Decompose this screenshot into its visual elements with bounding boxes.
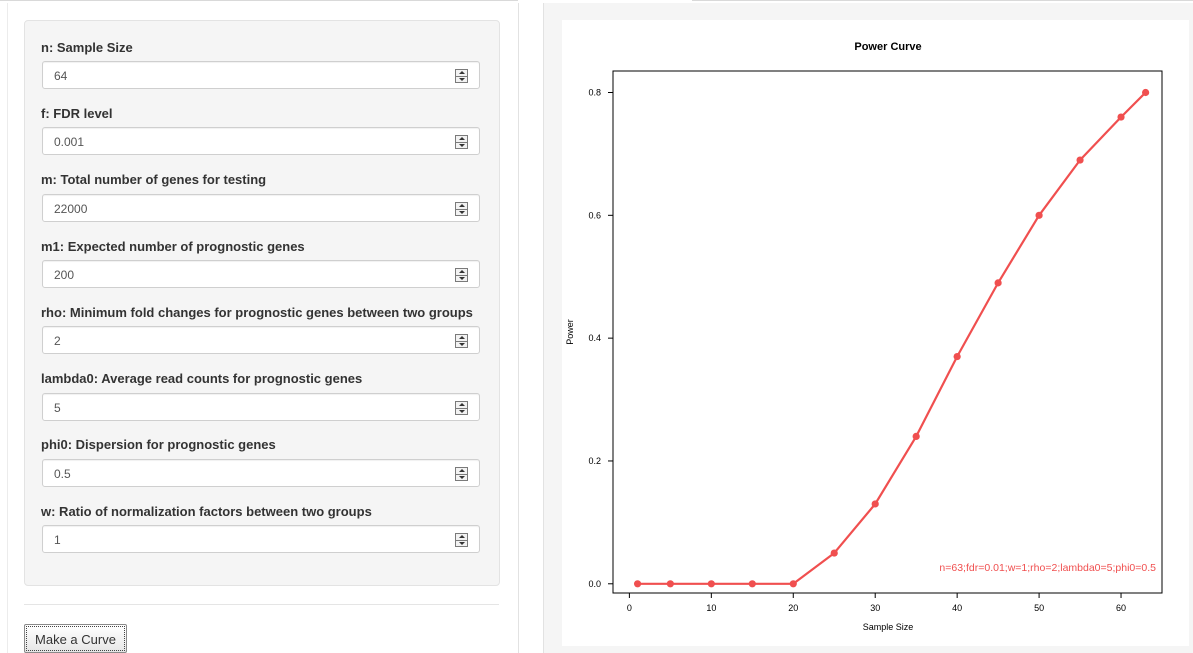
data-point [1117, 113, 1125, 121]
x-tick-label: 10 [706, 603, 716, 613]
top-divider-left [0, 0, 518, 1]
fdr-level-label: f: FDR level [41, 106, 113, 121]
fdr-level-value: 0.001 [54, 135, 85, 149]
x-tick-label: 40 [952, 603, 962, 613]
parameter-annotation: n=63;fdr=0.01;w=1;rho=2;lambda0=5;phi0=0… [939, 562, 1156, 574]
page: n: Sample Size 64 f: FDR level 0.001 m: … [0, 0, 1193, 653]
rho-spinner[interactable] [455, 334, 468, 348]
spin-down-icon[interactable] [459, 78, 465, 81]
form-separator [24, 604, 499, 605]
y-tick-label: 0.4 [588, 333, 601, 343]
lambda0-value: 5 [54, 401, 61, 415]
axes-group: 0 10 20 30 40 50 60 0.0 0.2 0.4 0.6 0.8 [588, 87, 1126, 613]
x-tick-label: 20 [788, 603, 798, 613]
sample-size-value: 64 [54, 69, 68, 83]
spin-up-icon[interactable] [459, 204, 465, 207]
y-tick-label: 0.0 [588, 579, 601, 589]
rho-value: 2 [54, 334, 61, 348]
input-form-well [24, 20, 500, 586]
data-points-group [633, 88, 1150, 588]
plot-frame [612, 70, 1163, 594]
spin-up-icon[interactable] [459, 270, 465, 273]
prognostic-genes-label: m1: Expected number of prognostic genes [41, 239, 305, 254]
data-point [1035, 211, 1043, 219]
data-point [912, 432, 920, 440]
sample-size-input[interactable]: 64 [42, 61, 480, 89]
normalization-ratio-spinner[interactable] [455, 533, 468, 547]
lambda0-input[interactable]: 5 [42, 393, 480, 421]
prognostic-genes-spinner[interactable] [455, 268, 468, 282]
spin-down-icon[interactable] [459, 542, 465, 545]
fdr-level-spinner[interactable] [455, 135, 468, 149]
spin-up-icon[interactable] [459, 469, 465, 472]
lambda0-label: lambda0: Average read counts for prognos… [41, 371, 363, 386]
y-axis-label: Power [565, 319, 575, 345]
rho-label: rho: Minimum fold changes for prognostic… [41, 305, 473, 320]
total-genes-input[interactable]: 22000 [42, 194, 480, 222]
y-tick-label: 0.6 [588, 210, 601, 220]
data-point [707, 580, 715, 588]
x-tick-label: 0 [627, 603, 632, 613]
phi0-spinner[interactable] [455, 467, 468, 481]
data-point [1076, 156, 1084, 164]
x-tick-label: 50 [1034, 603, 1044, 613]
power-curve-plot-area: Power Curve 0 10 20 30 40 50 60 0.0 0.2 0.4 0.6 0.8… [562, 20, 1189, 646]
x-tick-label: 30 [870, 603, 880, 613]
phi0-value: 0.5 [54, 467, 71, 481]
power-curve-chart: Power Curve 0 10 20 30 40 50 60 0.0 0.2 0.4 0.6 0.8… [565, 41, 1163, 632]
prognostic-genes-value: 200 [54, 268, 75, 282]
top-divider-right [692, 0, 1193, 1]
spin-down-icon[interactable] [459, 410, 465, 413]
spin-down-icon[interactable] [459, 144, 465, 147]
spin-down-icon[interactable] [459, 277, 465, 280]
x-tick-label: 60 [1116, 603, 1126, 613]
spin-up-icon[interactable] [459, 336, 465, 339]
data-point [748, 580, 756, 588]
total-genes-spinner[interactable] [455, 202, 468, 216]
y-tick-label: 0.2 [588, 456, 601, 466]
make-curve-button[interactable]: Make a Curve [24, 624, 127, 653]
sample-size-spinner[interactable] [455, 69, 468, 83]
sample-size-label: n: Sample Size [41, 40, 133, 55]
chart-title: Power Curve [854, 41, 921, 53]
data-point [789, 580, 797, 588]
x-axis-label: Sample Size [863, 622, 914, 632]
phi0-label: phi0: Dispersion for prognostic genes [41, 437, 276, 452]
data-point [830, 549, 838, 557]
spin-down-icon[interactable] [459, 211, 465, 214]
data-point [953, 352, 961, 361]
lambda0-spinner[interactable] [455, 401, 468, 415]
normalization-ratio-input[interactable]: 1 [42, 525, 480, 553]
spin-up-icon[interactable] [459, 137, 465, 140]
total-genes-label: m: Total number of genes for testing [41, 172, 267, 187]
spin-up-icon[interactable] [459, 535, 465, 538]
power-series-line [637, 91, 1147, 585]
normalization-ratio-value: 1 [54, 533, 61, 547]
rho-input[interactable]: 2 [42, 326, 480, 354]
prognostic-genes-input[interactable]: 200 [42, 260, 480, 288]
data-point [666, 580, 674, 588]
data-point [994, 279, 1002, 287]
spin-down-icon[interactable] [459, 343, 465, 346]
fdr-level-input[interactable]: 0.001 [42, 127, 480, 155]
spin-down-icon[interactable] [459, 476, 465, 479]
spin-up-icon[interactable] [459, 403, 465, 406]
data-point [633, 580, 642, 588]
normalization-ratio-label: w: Ratio of normalization factors betwee… [41, 504, 372, 519]
phi0-input[interactable]: 0.5 [42, 459, 480, 487]
spin-up-icon[interactable] [459, 71, 465, 74]
total-genes-value: 22000 [54, 202, 88, 216]
data-point [1142, 88, 1150, 97]
data-point [871, 500, 879, 508]
y-tick-label: 0.8 [588, 87, 601, 97]
